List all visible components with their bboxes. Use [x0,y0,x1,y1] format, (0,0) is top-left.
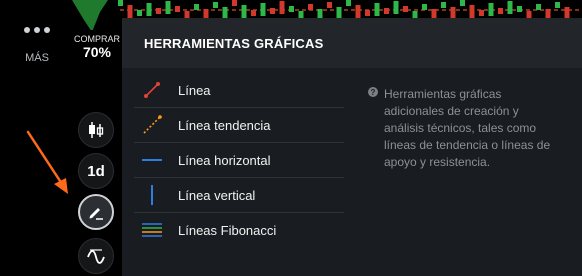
question-icon: ? [368,87,378,97]
candle [346,0,351,6]
candle [118,0,123,6]
timeframe-button[interactable]: 1d [78,153,114,189]
tool-item-trend-line[interactable]: Línea tendencia [134,108,344,143]
buy-area-shape [72,0,108,30]
info-text: Herramientas gráficas adicionales de cre… [384,87,551,169]
tool-label: Líneas Fibonacci [178,222,277,238]
fibonacci-lines-icon [142,223,162,237]
candle [488,3,494,16]
candle [403,6,408,12]
candle [507,1,513,14]
candle [156,8,161,14]
arrow-pointer-icon [26,130,68,194]
tool-item-fibonacci-lines[interactable]: Líneas Fibonacci [134,213,344,247]
wave-icon [87,249,105,264]
panel-title: HERRAMIENTAS GRÁFICAS [122,18,582,68]
more-icon[interactable] [24,24,52,36]
candle [241,5,247,18]
candle [469,5,475,18]
candle [137,10,142,16]
drawing-tools-panel: HERRAMIENTAS GRÁFICAS Línea Línea tenden… [122,18,582,276]
candle [165,1,171,14]
candle [232,0,237,6]
drawing-tools-button[interactable] [78,194,114,230]
candlestick-button[interactable] [78,112,114,148]
tool-label: Línea horizontal [178,152,271,168]
candle [517,6,522,12]
trend-line-icon [143,115,162,134]
tool-list: Línea Línea tendencia Línea horizontal L… [134,73,344,247]
candle [441,2,446,8]
tool-item-horizontal-line[interactable]: Línea horizontal [134,143,344,178]
indicators-button[interactable] [78,238,114,274]
candle [327,2,332,8]
pencil-icon [89,208,103,220]
vertical-line-icon [151,185,153,205]
candle [279,1,285,14]
tool-label: Línea [178,82,211,98]
buy-percent: 70% [82,44,112,60]
candle [374,3,380,16]
candle [393,1,399,14]
horizontal-line-icon [142,159,162,161]
candlestick-icon [89,122,104,138]
tool-item-vertical-line[interactable]: Línea vertical [134,178,344,213]
candle [251,10,256,16]
candle [194,4,199,10]
line-tool-icon [144,82,160,98]
info-box: ? Herramientas gráficas adicionales de c… [368,86,554,171]
candle [127,5,133,18]
candle [260,3,266,16]
candle [355,5,361,18]
candle [536,4,541,10]
candle [460,0,465,6]
candle [270,8,275,14]
candle [422,4,427,10]
timeframe-label: 1d [87,162,105,180]
candle [308,4,313,10]
candle [146,3,152,16]
candle [555,2,560,8]
candle [479,10,484,16]
candle [384,8,389,14]
candle [365,10,370,16]
candle [289,6,294,12]
candle [175,6,180,12]
tool-label: Línea tendencia [178,117,271,133]
candle [498,8,503,14]
buy-label: COMPRAR [73,34,120,44]
candle [213,2,218,8]
tool-item-line[interactable]: Línea [134,73,344,108]
tool-label: Línea vertical [178,187,256,203]
more-label: MÁS [25,52,49,64]
